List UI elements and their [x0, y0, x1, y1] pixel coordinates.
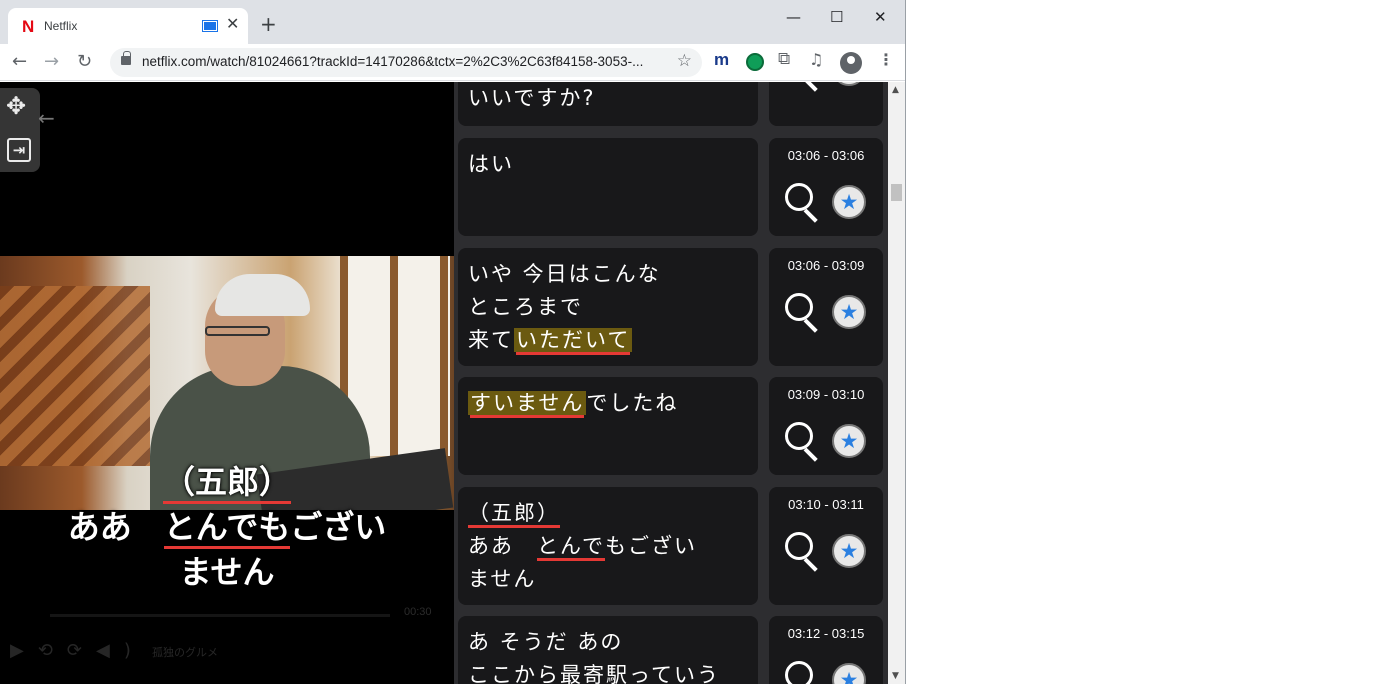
anki-star-icon[interactable]: ★: [832, 424, 866, 458]
subtitle-line: ません: [179, 553, 275, 591]
video-player[interactable]: （五郎） ああ とんでもござい ません 00:30 ▶⟲⟳◀) 孤独のグルメ ✥…: [0, 82, 454, 684]
subtitle-highlight[interactable]: いただいて: [516, 328, 631, 355]
subtitle-timestamp: 03:06 - 03:06: [787, 148, 865, 163]
episode-title: 孤独のグルメ: [152, 647, 218, 659]
search-icon[interactable]: [785, 661, 821, 684]
search-icon[interactable]: [785, 422, 821, 460]
address-bar[interactable]: netflix.com/watch/81024661?trackId=14170…: [110, 48, 702, 77]
subtitle-meta-card: 03:12 - 03:15 ★: [769, 616, 883, 684]
new-tab-button[interactable]: +: [260, 14, 277, 34]
url-text[interactable]: netflix.com/watch/81024661?trackId=14170…: [142, 54, 662, 69]
subtitle-meta-card: 03:06 - 03:09 ★: [769, 248, 883, 366]
maximize-icon[interactable]: ☐: [830, 8, 843, 26]
move-icon[interactable]: ✥: [6, 94, 26, 118]
subtitle-text: いや 今日はこんな: [468, 262, 661, 286]
subtitle-meta-card: ★: [769, 82, 883, 126]
extension-m-icon[interactable]: m: [714, 50, 729, 70]
subtitle-line: （五郎）: [162, 463, 291, 504]
subtitle-card[interactable]: いいですか?: [458, 82, 758, 126]
menu-icon[interactable]: ⋮: [878, 50, 894, 69]
subtitle-card[interactable]: はい: [458, 138, 758, 236]
time-remaining: 00:30: [404, 606, 432, 618]
search-icon[interactable]: [785, 293, 821, 331]
subtitle-highlight[interactable]: とんでも: [163, 508, 291, 549]
subtitle-text: 来て: [468, 328, 514, 352]
subtitle-meta-card: 03:09 - 03:10 ★: [769, 377, 883, 475]
subtitle-highlight[interactable]: とんで: [537, 534, 605, 561]
subtitle-timestamp: 03:06 - 03:09: [787, 258, 865, 273]
person-cap: [215, 274, 310, 316]
profile-icon[interactable]: [840, 52, 862, 74]
anki-star-icon[interactable]: ★: [832, 534, 866, 568]
browser-window: N Netflix ✕ + — ☐ ✕ ← → ↻ netflix.com/wa…: [0, 0, 906, 684]
netflix-logo-icon: N: [22, 17, 35, 36]
tab-close-icon[interactable]: ✕: [226, 14, 239, 33]
anki-star-icon[interactable]: ★: [832, 663, 866, 684]
overlay-toolbar: ✥ ⇥: [0, 88, 40, 172]
anki-star-icon[interactable]: ★: [832, 185, 866, 219]
tab-title: Netflix: [44, 19, 78, 33]
tab-media-playing-icon[interactable]: [202, 20, 218, 32]
subtitle-meta-card: 03:10 - 03:11 ★: [769, 487, 883, 605]
subtitle-text: ません: [468, 567, 537, 591]
subtitle-text: （五郎）: [468, 501, 560, 528]
subtitle-meta-card: 03:06 - 03:06 ★: [769, 138, 883, 236]
subtitle-text: ここから最寄駅っていう: [468, 663, 720, 684]
dock-panel-icon[interactable]: ⇥: [7, 138, 31, 162]
progress-bar[interactable]: [50, 614, 390, 617]
subtitle-text: はい: [468, 152, 514, 176]
minimize-icon[interactable]: —: [786, 8, 801, 26]
subtitle-card[interactable]: すいませんでしたね: [458, 377, 758, 475]
subtitle-text: ところまで: [468, 295, 583, 319]
subtitle-line: ああ: [67, 508, 164, 546]
scroll-down-icon[interactable]: ▼: [892, 671, 899, 681]
search-icon[interactable]: [785, 183, 821, 221]
close-window-icon[interactable]: ✕: [874, 8, 887, 26]
search-icon[interactable]: [785, 82, 821, 90]
lock-icon[interactable]: [121, 51, 131, 65]
extension-green-icon[interactable]: [746, 53, 764, 71]
subtitle-card[interactable]: いや 今日はこんな ところまで 来ていただいて: [458, 248, 758, 366]
staircase-background: [0, 286, 150, 466]
tab-strip: N Netflix ✕ + — ☐ ✕: [0, 0, 905, 44]
subtitle-card[interactable]: あ そうだ あの ここから最寄駅っていう: [458, 616, 758, 684]
subtitle-text: もござい: [604, 534, 697, 558]
subtitle-timestamp: 03:09 - 03:10: [787, 387, 865, 402]
scrollbar[interactable]: ▲ ▼: [888, 82, 905, 684]
page-content: （五郎） ああ とんでもござい ません 00:30 ▶⟲⟳◀) 孤独のグルメ ✥…: [0, 82, 905, 684]
anki-star-icon[interactable]: ★: [832, 82, 866, 86]
subtitle-card[interactable]: （五郎） ああ とんでもござい ません: [458, 487, 758, 605]
subtitle-text: ああ: [468, 534, 537, 558]
subtitle-timestamp: 03:12 - 03:15: [787, 626, 865, 641]
control-icons[interactable]: ▶⟲⟳◀): [10, 640, 145, 661]
search-icon[interactable]: [785, 532, 821, 570]
player-controls: 00:30 ▶⟲⟳◀) 孤独のグルメ: [0, 602, 454, 684]
back-icon[interactable]: ←: [12, 51, 27, 72]
tab-netflix[interactable]: N Netflix ✕: [8, 8, 248, 44]
person-glasses: [205, 326, 270, 336]
scroll-up-icon[interactable]: ▲: [892, 85, 899, 95]
anki-star-icon[interactable]: ★: [832, 295, 866, 329]
subtitle-timestamp: 03:10 - 03:11: [788, 497, 864, 512]
subtitle-text: あ そうだ あの: [468, 630, 624, 654]
star-icon[interactable]: ☆: [677, 51, 692, 71]
subtitle-text: いいですか?: [468, 86, 596, 110]
subtitle-panel: いいですか? ★ はい 03:06 - 03:06 ★ いや 今日はこんな とこ…: [454, 82, 888, 684]
scroll-thumb[interactable]: [891, 184, 902, 201]
video-subtitle: （五郎） ああ とんでもござい ません: [0, 460, 454, 595]
puzzle-icon[interactable]: ⧉: [778, 49, 790, 69]
subtitle-text: でしたね: [586, 391, 679, 415]
media-icon[interactable]: ♫: [809, 50, 823, 69]
subtitle-highlight[interactable]: すいません: [470, 391, 585, 418]
player-back-icon[interactable]: ←: [38, 106, 55, 130]
reload-icon[interactable]: ↻: [77, 51, 92, 72]
subtitle-line: ござい: [290, 508, 387, 546]
browser-toolbar: ← → ↻ netflix.com/watch/81024661?trackId…: [0, 44, 905, 81]
forward-icon[interactable]: →: [44, 51, 59, 72]
